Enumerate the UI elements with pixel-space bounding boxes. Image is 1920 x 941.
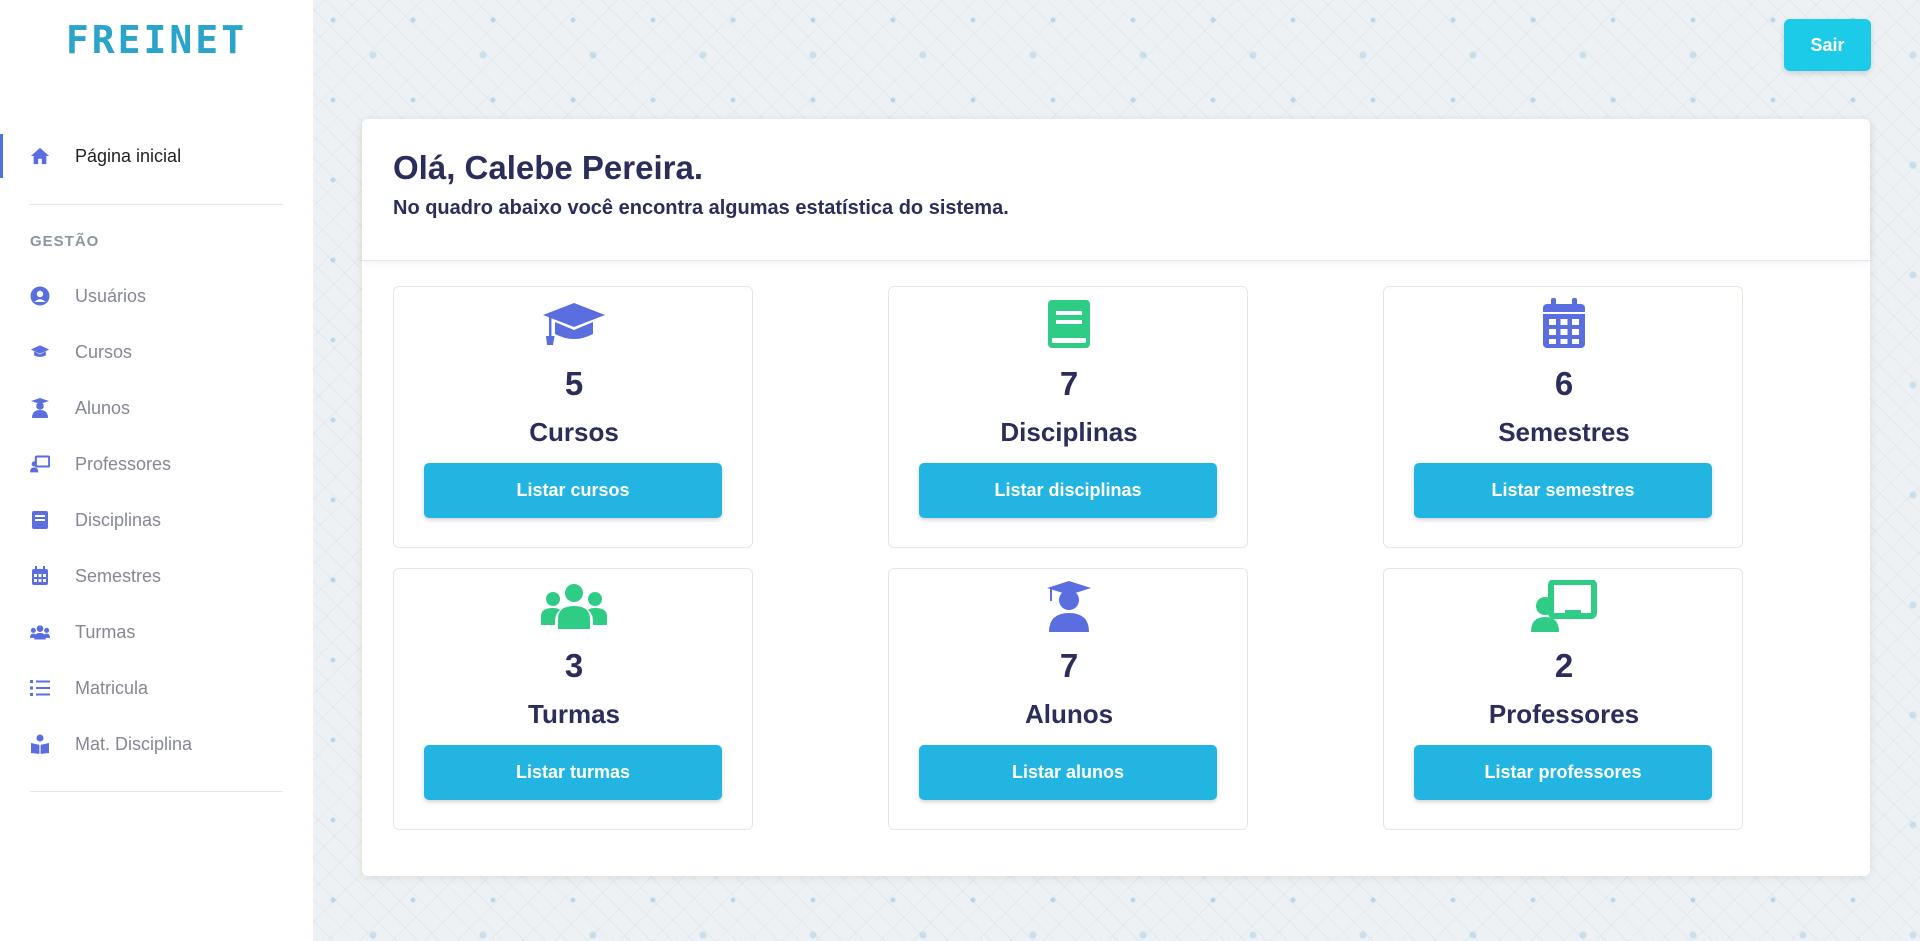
sidebar-item-cursos[interactable]: Cursos [0,328,313,376]
sidebar-item-label: Cursos [75,341,133,362]
stat-title: Turmas [528,699,620,729]
stat-count: 3 [564,647,584,684]
stat-title: Professores [1488,699,1640,729]
greeting-subtitle: No quadro abaixo você encontra algumas e… [393,197,1009,219]
calendar-icon [1384,297,1744,351]
graduation-cap-icon [30,342,50,362]
stat-title: Cursos [529,417,619,447]
stat-card-disciplinas: 7 Disciplinas Listar disciplinas [888,286,1248,548]
sidebar-item-home[interactable]: Página inicial [0,132,313,180]
greeting-title: Olá, Calebe Pereira. [393,149,704,186]
sidebar-divider [30,204,283,205]
list-cursos-button[interactable]: Listar cursos [424,463,722,518]
graduation-cap-icon [394,297,754,351]
stat-card-professores: 2 Professores Listar professores [1383,568,1743,830]
sidebar-item-label: Disciplinas [75,509,162,530]
sidebar-divider [30,791,283,792]
sidebar-section-heading: GESTÃO [30,233,100,250]
users-icon [394,579,754,633]
stat-count: 7 [1059,647,1079,684]
stat-card-turmas: 3 Turmas Listar turmas [393,568,753,830]
sidebar-item-semestres[interactable]: Semestres [0,552,313,600]
home-icon [30,146,50,166]
sidebar-item-disciplinas[interactable]: Disciplinas [0,496,313,544]
sidebar-item-mat-disciplina[interactable]: Mat. Disciplina [0,720,313,768]
stat-title: Semestres [1498,417,1630,447]
teacher-board-icon [30,454,50,474]
list-icon [30,678,50,698]
book-reader-icon [30,734,50,754]
sidebar-item-professores[interactable]: Professores [0,440,313,488]
sidebar-item-label: Página inicial [75,145,182,166]
users-icon [30,622,50,642]
student-icon [30,398,50,418]
stat-count: 2 [1554,647,1574,684]
book-icon [30,510,50,530]
sidebar-item-alunos[interactable]: Alunos [0,384,313,432]
stat-count: 6 [1554,365,1574,402]
sidebar-item-label: Matricula [75,677,149,698]
sidebar-item-label: Alunos [75,397,131,418]
teacher-board-icon [1384,579,1744,633]
stat-card-semestres: 6 Semestres Listar semestres [1383,286,1743,548]
list-disciplinas-button[interactable]: Listar disciplinas [919,463,1217,518]
brand-logo[interactable]: FREINET [0,18,313,62]
sidebar-item-usuarios[interactable]: Usuários [0,272,313,320]
stat-card-cursos: 5 Cursos Listar cursos [393,286,753,548]
dashboard-panel: Olá, Calebe Pereira. No quadro abaixo vo… [362,119,1870,876]
stat-title: Alunos [1024,699,1114,729]
student-icon [889,579,1249,633]
sidebar: FREINET Página inicial GESTÃO Usuários C… [0,0,313,941]
stat-card-alunos: 7 Alunos Listar alunos [888,568,1248,830]
list-semestres-button[interactable]: Listar semestres [1414,463,1712,518]
sidebar-item-matricula[interactable]: Matricula [0,664,313,712]
sidebar-item-label: Semestres [75,565,162,586]
sidebar-item-label: Turmas [75,621,136,642]
panel-header: Olá, Calebe Pereira. No quadro abaixo vo… [362,119,1870,261]
calendar-icon [30,566,50,586]
sidebar-item-turmas[interactable]: Turmas [0,608,313,656]
user-circle-icon [30,286,50,306]
sidebar-item-label: Mat. Disciplina [75,733,193,754]
sidebar-item-label: Usuários [75,285,147,306]
list-professores-button[interactable]: Listar professores [1414,745,1712,800]
sidebar-item-label: Professores [75,453,172,474]
logout-button[interactable]: Sair [1784,19,1871,71]
stat-count: 5 [564,365,584,402]
stat-count: 7 [1059,365,1079,402]
book-icon [889,297,1249,351]
stat-title: Disciplinas [1000,417,1138,447]
list-turmas-button[interactable]: Listar turmas [424,745,722,800]
list-alunos-button[interactable]: Listar alunos [919,745,1217,800]
